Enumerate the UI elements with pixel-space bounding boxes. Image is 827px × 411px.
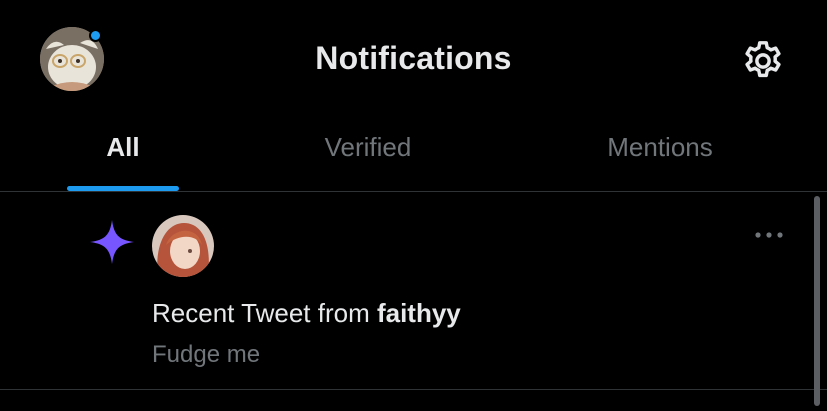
notification-user-avatar[interactable]: [152, 215, 214, 282]
tab-label: All: [106, 132, 140, 162]
tab-label: Verified: [324, 132, 412, 162]
tab-all[interactable]: All: [0, 118, 246, 191]
notification-username[interactable]: faithyy: [377, 298, 461, 328]
tab-label: Mentions: [607, 132, 713, 162]
notification-prefix: Recent Tweet from: [152, 298, 377, 328]
notification-item[interactable]: [0, 192, 827, 389]
tab-bar: All Verified Mentions: [0, 118, 827, 191]
more-options-button[interactable]: [752, 228, 786, 242]
tab-mentions[interactable]: Mentions: [560, 118, 760, 191]
page-title: Notifications: [315, 40, 512, 76]
user-avatar-image: [152, 215, 214, 277]
notification-text: Recent Tweet from faithyy: [152, 298, 461, 329]
notification-preview: Fudge me: [152, 341, 261, 368]
sparkle-icon: [90, 220, 134, 264]
gear-icon: [745, 41, 781, 78]
tab-verified[interactable]: Verified: [246, 118, 490, 191]
item-divider: [0, 389, 827, 390]
more-dots-icon: [755, 232, 783, 238]
top-bar: Notifications: [0, 0, 827, 120]
scrollbar[interactable]: [814, 196, 820, 406]
settings-button[interactable]: [740, 38, 786, 84]
